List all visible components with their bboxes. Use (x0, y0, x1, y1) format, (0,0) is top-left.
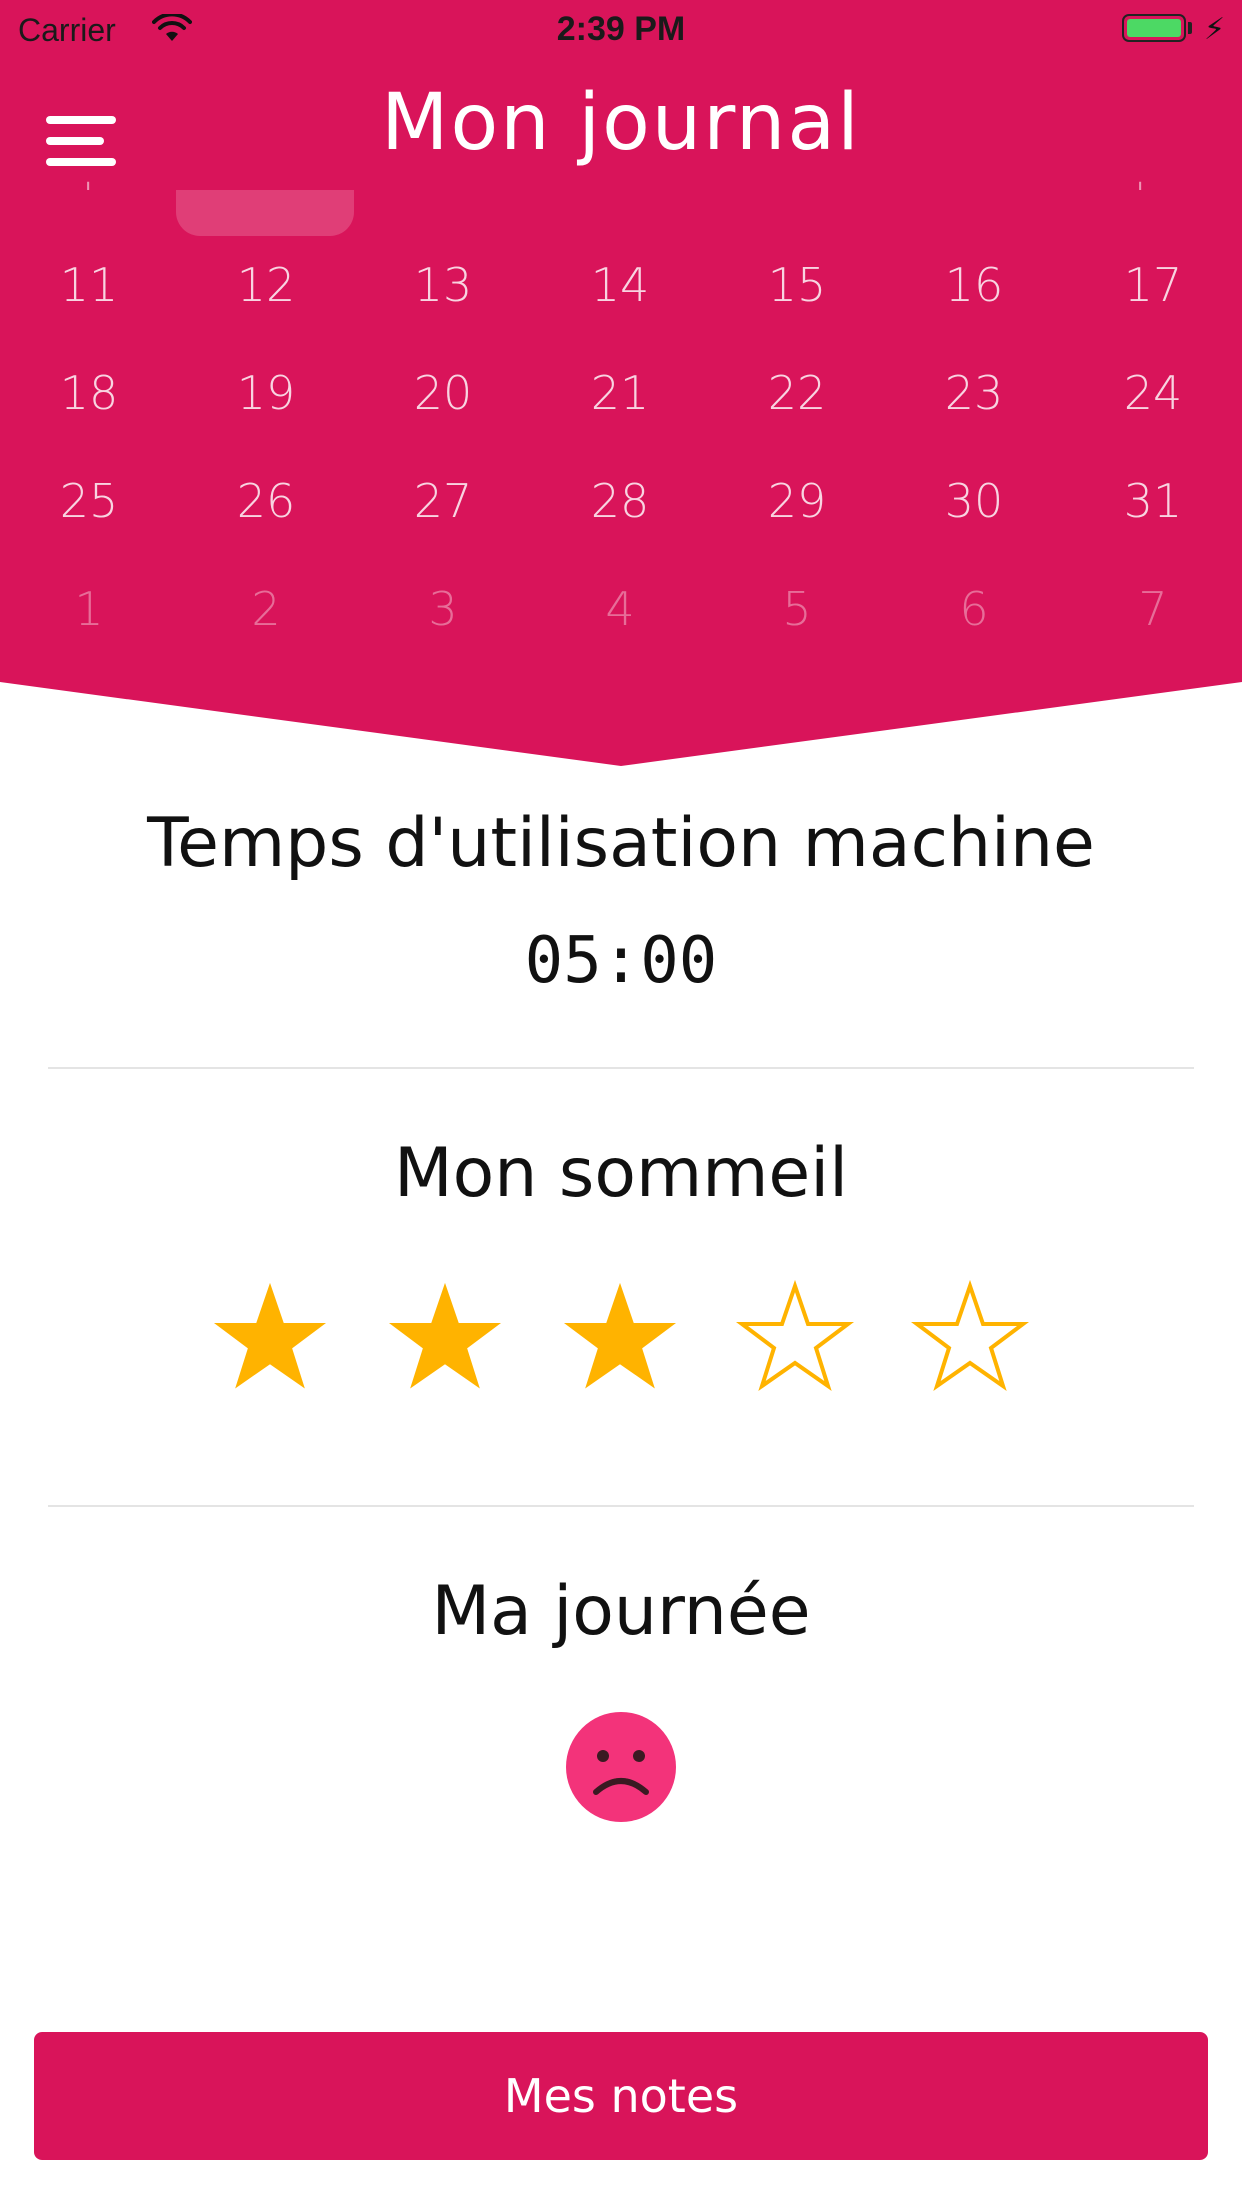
page-title: Mon journal (381, 78, 861, 168)
sleep-rating (0, 1278, 1242, 1408)
calendar-day[interactable]: 13 (354, 258, 532, 312)
calendar-day[interactable]: 29 (708, 474, 886, 528)
calendar-day[interactable]: 24 (1064, 366, 1242, 420)
calendar-day[interactable]: 15 (708, 258, 886, 312)
star-icon[interactable] (385, 1278, 505, 1398)
calendar-day[interactable]: 17 (1064, 258, 1242, 312)
partial-row-mark: ˈ (1136, 178, 1145, 213)
battery-tip (1188, 22, 1192, 34)
calendar-day-next-month[interactable]: 1 (0, 582, 178, 636)
calendar-day-next-month[interactable]: 6 (885, 582, 1063, 636)
calendar-day[interactable]: 31 (1064, 474, 1242, 528)
calendar-week-row: 25 26 27 28 29 30 31 (0, 474, 1242, 554)
battery-icon (1122, 14, 1186, 42)
calendar-day[interactable]: 21 (531, 366, 709, 420)
calendar-week-row: 1 2 3 4 5 6 7 (0, 582, 1242, 662)
calendar-day-next-month[interactable]: 3 (354, 582, 532, 636)
calendar-day[interactable]: 28 (531, 474, 709, 528)
calendar-day-next-month[interactable]: 7 (1064, 582, 1242, 636)
notes-button[interactable]: Mes notes (34, 2032, 1208, 2160)
selected-week-indicator (176, 190, 354, 236)
partial-row-mark: ˈ (84, 178, 93, 213)
machine-usage-title: Temps d'utilisation machine (147, 804, 1095, 883)
status-bar: Carrier 2:39 PM ⚡ (0, 0, 1242, 62)
calendar-day[interactable]: 26 (177, 474, 355, 528)
calendar-week-row: 18 19 20 21 22 23 24 (0, 366, 1242, 446)
calendar-week-row: 11 12 13 14 15 16 17 (0, 258, 1242, 338)
machine-usage-value[interactable]: 05:00 (0, 924, 1242, 998)
calendar-day[interactable]: 22 (708, 366, 886, 420)
divider (48, 1067, 1194, 1069)
day-title: Ma journée (431, 1572, 811, 1651)
star-icon[interactable] (735, 1278, 855, 1398)
star-icon[interactable] (210, 1278, 330, 1398)
calendar-day[interactable]: 20 (354, 366, 532, 420)
charging-icon: ⚡ (1204, 12, 1226, 47)
calendar-day[interactable]: 27 (354, 474, 532, 528)
status-time: 2:39 PM (556, 10, 686, 48)
star-icon[interactable] (910, 1278, 1030, 1398)
calendar-day[interactable]: 23 (885, 366, 1063, 420)
star-icon[interactable] (560, 1278, 680, 1398)
calendar-day[interactable]: 18 (0, 366, 178, 420)
calendar-day[interactable]: 25 (0, 474, 178, 528)
sleep-title: Mon sommeil (393, 1134, 849, 1213)
calendar-day[interactable]: 16 (885, 258, 1063, 312)
calendar-day[interactable]: 30 (885, 474, 1063, 528)
calendar-day[interactable]: 12 (177, 258, 355, 312)
calendar-day-next-month[interactable]: 2 (177, 582, 355, 636)
calendar-day[interactable]: 19 (177, 366, 355, 420)
sad-face-icon[interactable] (566, 1712, 676, 1822)
calendar-day[interactable]: 11 (0, 258, 178, 312)
calendar-day[interactable]: 14 (531, 258, 709, 312)
calendar-day-next-month[interactable]: 4 (531, 582, 709, 636)
calendar-day-next-month[interactable]: 5 (708, 582, 886, 636)
divider (48, 1505, 1194, 1507)
